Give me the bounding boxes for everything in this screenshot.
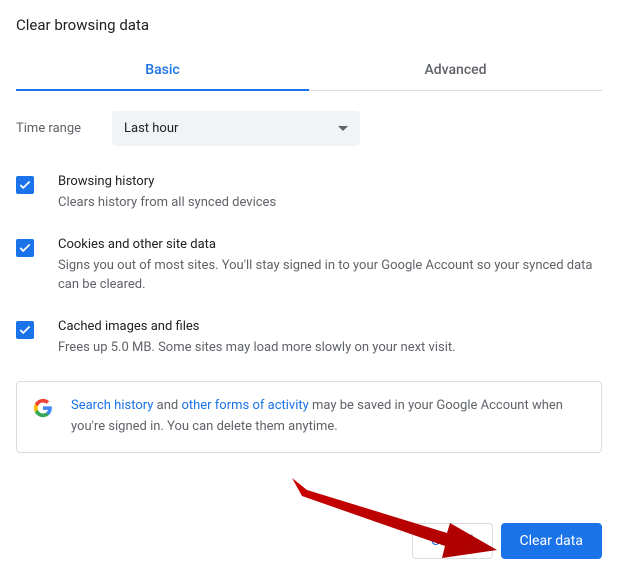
google-account-info: Search history and other forms of activi… bbox=[16, 381, 602, 453]
tab-bar: Basic Advanced bbox=[16, 50, 602, 91]
check-icon bbox=[18, 178, 32, 192]
clear-data-button[interactable]: Clear data bbox=[501, 523, 602, 559]
other-activity-link[interactable]: other forms of activity bbox=[181, 398, 308, 413]
google-logo-icon bbox=[33, 398, 53, 418]
option-cache: Cached images and files Frees up 5.0 MB.… bbox=[16, 319, 602, 358]
time-range-value: Last hour bbox=[124, 121, 178, 136]
option-title: Cached images and files bbox=[58, 319, 456, 334]
chevron-down-icon bbox=[338, 126, 348, 131]
time-range-row: Time range Last hour bbox=[16, 111, 602, 146]
option-cookies: Cookies and other site data Signs you ou… bbox=[16, 237, 602, 295]
check-icon bbox=[18, 241, 32, 255]
dialog-buttons: Cancel Clear data bbox=[412, 523, 602, 559]
tab-advanced[interactable]: Advanced bbox=[309, 50, 602, 90]
checkbox-browsing-history[interactable] bbox=[16, 176, 34, 194]
dialog-title: Clear browsing data bbox=[16, 16, 602, 50]
checkbox-cache[interactable] bbox=[16, 321, 34, 339]
option-desc: Clears history from all synced devices bbox=[58, 193, 276, 213]
option-desc: Signs you out of most sites. You'll stay… bbox=[58, 256, 602, 295]
info-text: Search history and other forms of activi… bbox=[71, 396, 585, 438]
time-range-label: Time range bbox=[16, 121, 112, 136]
cancel-button[interactable]: Cancel bbox=[412, 523, 493, 559]
option-title: Browsing history bbox=[58, 174, 276, 189]
option-title: Cookies and other site data bbox=[58, 237, 602, 252]
option-desc: Frees up 5.0 MB. Some sites may load mor… bbox=[58, 338, 456, 358]
time-range-select[interactable]: Last hour bbox=[112, 111, 360, 146]
info-text-part: and bbox=[153, 398, 181, 413]
tab-basic[interactable]: Basic bbox=[16, 50, 309, 90]
option-browsing-history: Browsing history Clears history from all… bbox=[16, 174, 602, 213]
search-history-link[interactable]: Search history bbox=[71, 398, 153, 413]
check-icon bbox=[18, 323, 32, 337]
checkbox-cookies[interactable] bbox=[16, 239, 34, 257]
